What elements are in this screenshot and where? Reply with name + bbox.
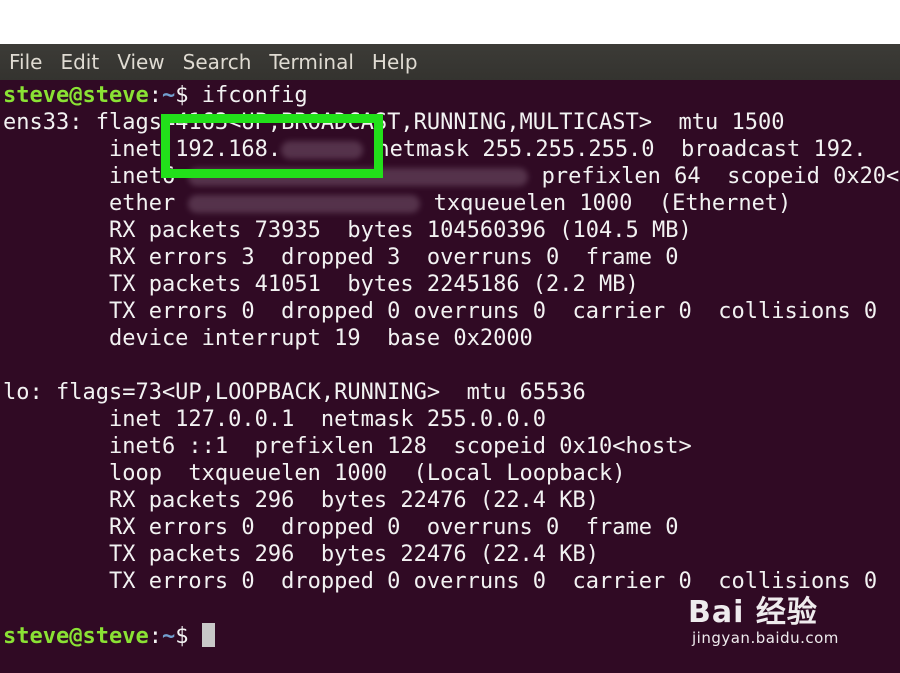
redacted-ip	[281, 141, 364, 159]
output-line: inet 127.0.0.1 netmask 255.0.0.0	[3, 407, 547, 432]
ens33-flags-line: ens33: flags=4163<UP,BROADCAST,RUNNING,M…	[3, 110, 785, 135]
output-line: RX errors 0 dropped 0 overruns 0 frame 0	[3, 515, 679, 540]
lo-flags-line: lo: flags=73<UP,LOOPBACK,RUNNING> mtu 65…	[3, 380, 586, 405]
menu-edit[interactable]: Edit	[51, 44, 108, 80]
output-line: TX packets 41051 bytes 2245186 (2.2 MB)	[3, 272, 639, 297]
command-line: steve@steve:~$ ifconfig	[3, 83, 308, 108]
terminal-window: File Edit View Search Terminal Help stev…	[0, 0, 900, 673]
inet6-details: prefixlen 64 scopeid 0x20<link>	[541, 164, 900, 189]
prompt-path: ~	[161, 624, 176, 649]
output-line: RX packets 296 bytes 22476 (22.4 KB)	[3, 488, 600, 513]
ether-label: ether	[3, 191, 189, 216]
ens33-inet6-line: inet6 prefixlen 64 scopeid 0x20<link>	[3, 163, 900, 190]
inet6-label: inet6	[3, 164, 189, 189]
output-line: TX errors 0 dropped 0 overruns 0 carrier…	[3, 299, 878, 324]
prompt-user-host: steve@steve	[3, 624, 149, 649]
menu-help[interactable]: Help	[363, 44, 427, 80]
prompt-line[interactable]: steve@steve:~$	[3, 623, 215, 650]
ether-details: txqueuelen 1000 (Ethernet)	[420, 191, 792, 216]
ens33-inet-line: inet 192.168. netmask 255.255.255.0 broa…	[3, 136, 867, 163]
watermark-logo: Bai 经验	[688, 595, 818, 630]
redacted-mac	[188, 195, 421, 213]
menu-file[interactable]: File	[0, 44, 51, 80]
redacted-ipv6	[188, 168, 529, 186]
inet-label: inet	[3, 137, 176, 162]
output-line: RX errors 3 dropped 3 overruns 0 frame 0	[3, 245, 679, 270]
inet-address-visible: 192.168.	[175, 137, 282, 162]
menu-terminal[interactable]: Terminal	[260, 44, 363, 80]
output-line: inet6 ::1 prefixlen 128 scopeid 0x10<hos…	[3, 434, 692, 459]
menu-search[interactable]: Search	[174, 44, 261, 80]
window-top-area	[0, 0, 900, 44]
prompt-user-host: steve@steve	[3, 83, 149, 108]
prompt-symbol: $	[175, 624, 189, 649]
terminal-output[interactable]: steve@steve:~$ ifconfig ens33: flags=416…	[0, 80, 900, 673]
prompt-symbol: $	[175, 83, 189, 108]
baidu-watermark: Bai 经验 jingyan.baidu.com	[688, 587, 852, 655]
output-line: loop txqueuelen 1000 (Local Loopback)	[3, 461, 626, 486]
watermark-site: jingyan.baidu.com	[692, 629, 839, 647]
output-line: RX packets 73935 bytes 104560396 (104.5 …	[3, 218, 692, 243]
output-line: device interrupt 19 base 0x2000	[3, 326, 533, 351]
command-text: ifconfig	[201, 83, 308, 108]
menu-bar: File Edit View Search Terminal Help	[0, 44, 900, 80]
prompt-path: ~	[161, 83, 176, 108]
menu-view[interactable]: View	[108, 44, 173, 80]
inet-details: netmask 255.255.255.0 broadcast 192.	[363, 137, 867, 162]
text-cursor	[201, 623, 215, 647]
output-line: TX packets 296 bytes 22476 (22.4 KB)	[3, 542, 600, 567]
ens33-ether-line: ether txqueuelen 1000 (Ethernet)	[3, 190, 791, 217]
